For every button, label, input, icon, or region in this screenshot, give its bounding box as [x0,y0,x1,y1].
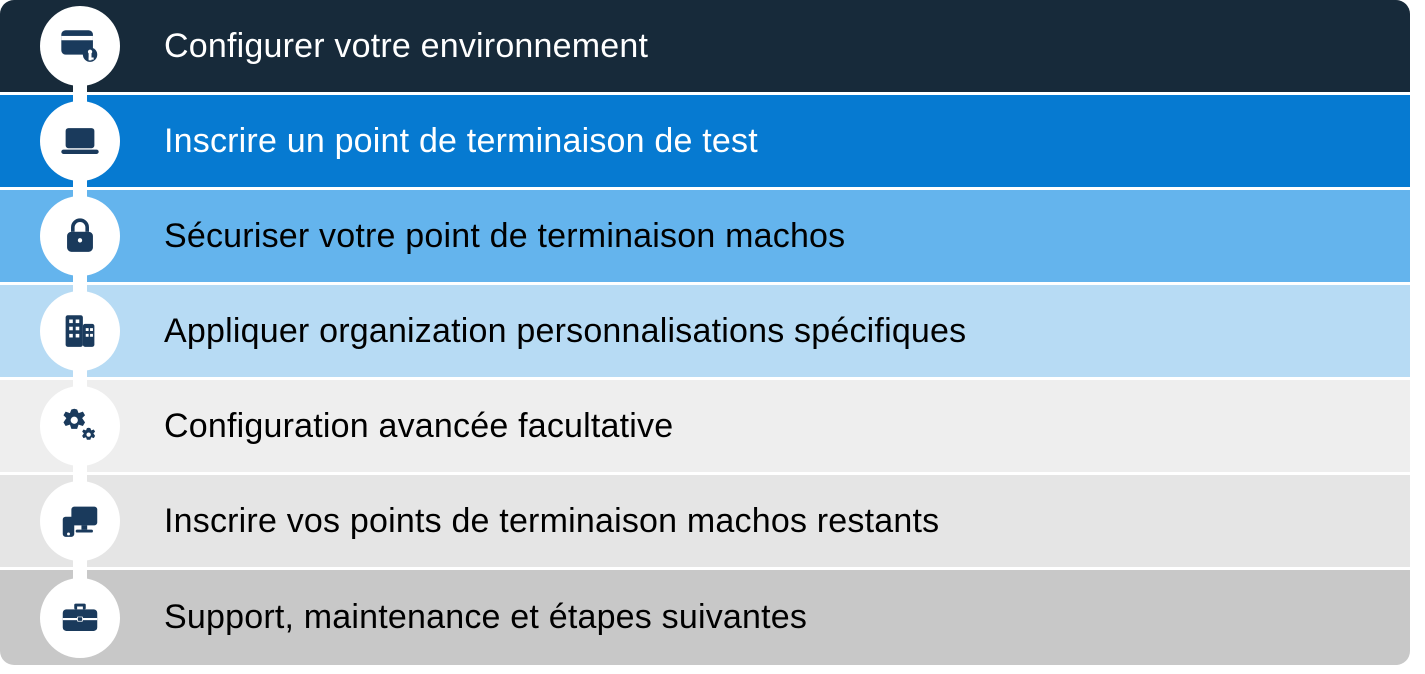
lock-icon [40,196,120,276]
step-label: Configurer votre environnement [164,27,648,66]
steps-diagram: Configurer votre environnement Inscrire … [0,0,1410,665]
step-advanced-config: Configuration avancée facultative [0,380,1410,475]
building-icon [40,291,120,371]
step-label: Inscrire un point de terminaison de test [164,122,758,161]
step-label: Inscrire vos points de terminaison macho… [164,502,939,541]
step-label: Configuration avancée facultative [164,407,673,446]
card-key-icon [40,6,120,86]
briefcase-icon [40,578,120,658]
step-apply-org-customizations: Appliquer organization personnalisations… [0,285,1410,380]
step-secure-endpoint: Sécuriser votre point de terminaison mac… [0,190,1410,285]
step-enroll-test-endpoint: Inscrire un point de terminaison de test [0,95,1410,190]
step-label: Appliquer organization personnalisations… [164,312,966,351]
step-support-maintenance: Support, maintenance et étapes suivantes [0,570,1410,665]
step-label: Support, maintenance et étapes suivantes [164,598,807,637]
laptop-icon [40,101,120,181]
gears-icon [40,386,120,466]
step-label: Sécuriser votre point de terminaison mac… [164,217,845,256]
devices-icon [40,481,120,561]
step-configure-environment: Configurer votre environnement [0,0,1410,95]
step-enroll-remaining-endpoints: Inscrire vos points de terminaison macho… [0,475,1410,570]
